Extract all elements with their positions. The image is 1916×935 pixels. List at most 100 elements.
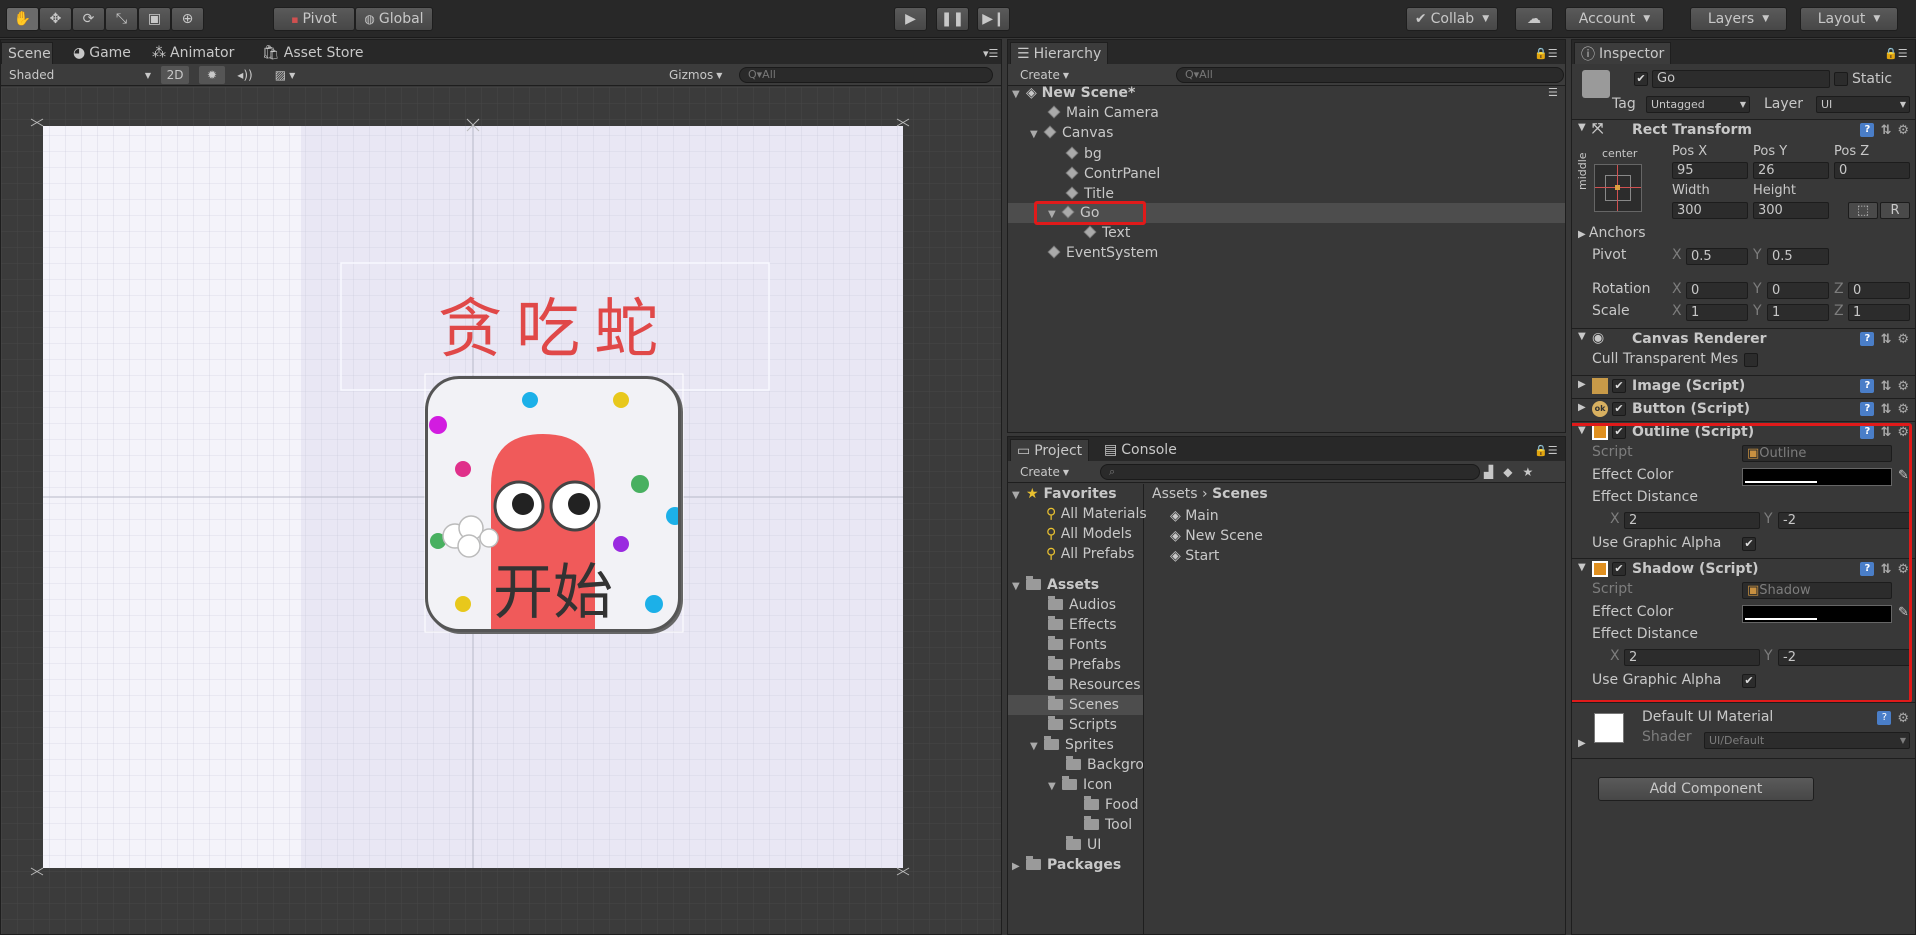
preset-icon[interactable]: ⇅ bbox=[1880, 379, 1891, 394]
shading-dropdown[interactable]: Shaded ▼ bbox=[9, 66, 151, 84]
width-input[interactable]: 300 bbox=[1672, 202, 1748, 219]
favorite-all-models[interactable]: ⚲ All Models bbox=[1046, 524, 1132, 544]
triangle-right-icon[interactable]: ▶ bbox=[1578, 738, 1586, 749]
blueprint-mode-button[interactable]: ⬚ bbox=[1848, 202, 1878, 219]
help-icon[interactable]: ? bbox=[1877, 711, 1892, 725]
gizmos-dropdown[interactable]: Gizmos ▼ bbox=[669, 66, 729, 84]
folder-audios[interactable]: Audios bbox=[1048, 595, 1116, 615]
project-search-input[interactable]: ⌕ bbox=[1100, 464, 1480, 480]
gear-icon[interactable]: ⚙ bbox=[1897, 379, 1909, 394]
gear-icon[interactable]: ⚙ bbox=[1897, 332, 1909, 347]
scene-search-input[interactable]: Q▾All bbox=[739, 67, 993, 83]
folder-ui[interactable]: UI bbox=[1066, 835, 1101, 855]
rect-transform-header[interactable]: ▼ ⤧ Rect Transform ? ⇅ ⚙ bbox=[1572, 119, 1915, 141]
pos-x-input[interactable]: 95 bbox=[1672, 162, 1748, 179]
tab-asset-store[interactable]: 🛍 Asset Store bbox=[256, 42, 370, 64]
pos-y-input[interactable]: 26 bbox=[1753, 162, 1829, 179]
lock-icon[interactable]: 🔒☰ bbox=[1878, 42, 1914, 64]
object-name-input[interactable]: Go bbox=[1652, 70, 1830, 88]
folder-background[interactable]: Backgrou bbox=[1066, 755, 1143, 775]
preset-icon[interactable]: ⇅ bbox=[1880, 123, 1891, 138]
hierarchy-item-text[interactable]: Text bbox=[1083, 223, 1130, 243]
tab-console[interactable]: ▤ Console bbox=[1098, 439, 1183, 461]
rot-z-input[interactable]: 0 bbox=[1848, 282, 1910, 299]
title-text[interactable]: 贪吃蛇 bbox=[341, 279, 769, 369]
preset-icon[interactable]: ⇅ bbox=[1880, 402, 1891, 417]
lock-icon[interactable]: 🔒☰ bbox=[1528, 42, 1564, 64]
lock-icon[interactable]: 🔒☰ bbox=[1528, 439, 1564, 461]
raw-edit-button[interactable]: R bbox=[1880, 202, 1910, 219]
breadcrumb-scenes[interactable]: Scenes bbox=[1212, 486, 1268, 502]
layout-dropdown[interactable]: Layout ▼ bbox=[1800, 7, 1898, 31]
folder-resources[interactable]: Resources bbox=[1048, 675, 1141, 695]
pos-z-input[interactable]: 0 bbox=[1834, 162, 1910, 179]
gear-icon[interactable]: ⚙ bbox=[1897, 711, 1909, 726]
project-create-dropdown[interactable]: Create ▼ bbox=[1020, 463, 1069, 481]
scene-viewport[interactable]: 贪吃蛇 开始 bbox=[1, 87, 1001, 934]
rot-y-input[interactable]: 0 bbox=[1767, 282, 1829, 299]
image-script-header[interactable]: ▶ ✔ Image (Script) ? ⇅ ⚙ bbox=[1572, 375, 1915, 397]
hierarchy-create-dropdown[interactable]: Create ▼ bbox=[1020, 66, 1069, 84]
anchors-row[interactable]: ▶ Anchors bbox=[1578, 224, 1646, 244]
scale-tool-button[interactable]: ⤡ bbox=[105, 7, 138, 31]
pause-button[interactable]: ❚❚ bbox=[936, 7, 969, 31]
layer-dropdown[interactable]: UI ▼ bbox=[1816, 96, 1910, 113]
hierarchy-search-input[interactable]: Q▾All bbox=[1176, 67, 1564, 83]
scale-y-input[interactable]: 1 bbox=[1767, 304, 1829, 321]
active-checkbox[interactable]: ✔ bbox=[1634, 72, 1648, 86]
hierarchy-item-bg[interactable]: bg bbox=[1065, 144, 1102, 164]
file-main[interactable]: ◈ Main bbox=[1170, 506, 1219, 526]
tab-inspector[interactable]: ⓘ Inspector bbox=[1574, 42, 1672, 64]
cloud-button[interactable]: ☁ bbox=[1515, 7, 1553, 31]
tab-game[interactable]: ◕ Game bbox=[67, 42, 137, 64]
folder-food[interactable]: Food bbox=[1084, 795, 1139, 815]
hierarchy-item-canvas[interactable]: ▼ Canvas bbox=[1030, 123, 1113, 143]
file-new-scene[interactable]: ◈ New Scene bbox=[1170, 526, 1263, 546]
global-toggle[interactable]: ◍ Global bbox=[355, 7, 433, 31]
hierarchy-item-contrpanel[interactable]: ContrPanel bbox=[1065, 164, 1160, 184]
tab-hierarchy[interactable]: ☰ Hierarchy bbox=[1010, 42, 1109, 64]
help-icon[interactable]: ? bbox=[1860, 402, 1875, 416]
label-icon[interactable]: ◆ bbox=[1503, 465, 1512, 479]
effects-dropdown[interactable]: ▨ ▼ bbox=[267, 66, 303, 84]
hand-tool-button[interactable]: ✋ bbox=[6, 7, 39, 31]
help-icon[interactable]: ? bbox=[1860, 123, 1875, 137]
move-tool-button[interactable]: ✥ bbox=[39, 7, 72, 31]
rot-x-input[interactable]: 0 bbox=[1686, 282, 1748, 299]
tab-animator[interactable]: ⁂ Animator bbox=[146, 42, 240, 64]
scale-x-input[interactable]: 1 bbox=[1686, 304, 1748, 321]
add-component-button[interactable]: Add Component bbox=[1598, 777, 1814, 801]
packages-row[interactable]: ▶ Packages bbox=[1012, 855, 1121, 875]
gear-icon[interactable]: ⚙ bbox=[1897, 123, 1909, 138]
cull-checkbox[interactable] bbox=[1744, 353, 1758, 367]
image-enabled-checkbox[interactable]: ✔ bbox=[1612, 379, 1626, 393]
help-icon[interactable]: ? bbox=[1860, 379, 1875, 393]
file-start[interactable]: ◈ Start bbox=[1170, 546, 1219, 566]
favorite-all-prefabs[interactable]: ⚲ All Prefabs bbox=[1046, 544, 1134, 564]
panel-menu-icon[interactable]: ▾☰ bbox=[977, 42, 1001, 64]
button-script-header[interactable]: ▶ ok ✔ Button (Script) ? ⇅ ⚙ bbox=[1572, 398, 1915, 420]
folder-effects[interactable]: Effects bbox=[1048, 615, 1117, 635]
scale-z-input[interactable]: 1 bbox=[1848, 304, 1910, 321]
play-button[interactable]: ▶ bbox=[894, 7, 927, 31]
scene-menu-icon[interactable]: ☰ bbox=[1548, 86, 1558, 99]
go-button-graphic[interactable]: 开始 bbox=[425, 376, 681, 632]
tab-project[interactable]: ▭ Project bbox=[1010, 439, 1090, 461]
canvas-renderer-header[interactable]: ▼ ◉ Canvas Renderer ? ⇅ ⚙ bbox=[1572, 328, 1915, 350]
gear-icon[interactable]: ⚙ bbox=[1897, 402, 1909, 417]
pivot-x-input[interactable]: 0.5 bbox=[1686, 248, 1748, 265]
static-checkbox[interactable] bbox=[1834, 72, 1848, 86]
tag-dropdown[interactable]: Untagged ▼ bbox=[1646, 96, 1750, 113]
folder-fonts[interactable]: Fonts bbox=[1048, 635, 1107, 655]
tab-scene[interactable]: Scene bbox=[1, 42, 53, 64]
anchor-preset-button[interactable] bbox=[1594, 164, 1642, 212]
pivot-y-input[interactable]: 0.5 bbox=[1767, 248, 1829, 265]
2d-toggle[interactable]: 2D bbox=[161, 66, 189, 84]
help-icon[interactable]: ? bbox=[1860, 332, 1875, 346]
button-enabled-checkbox[interactable]: ✔ bbox=[1612, 402, 1626, 416]
step-button[interactable]: ▶❙ bbox=[977, 7, 1010, 31]
collab-dropdown[interactable]: ✔ Collab ▼ bbox=[1406, 7, 1498, 31]
folder-prefabs[interactable]: Prefabs bbox=[1048, 655, 1121, 675]
height-input[interactable]: 300 bbox=[1753, 202, 1829, 219]
folder-tool[interactable]: Tool bbox=[1084, 815, 1132, 835]
